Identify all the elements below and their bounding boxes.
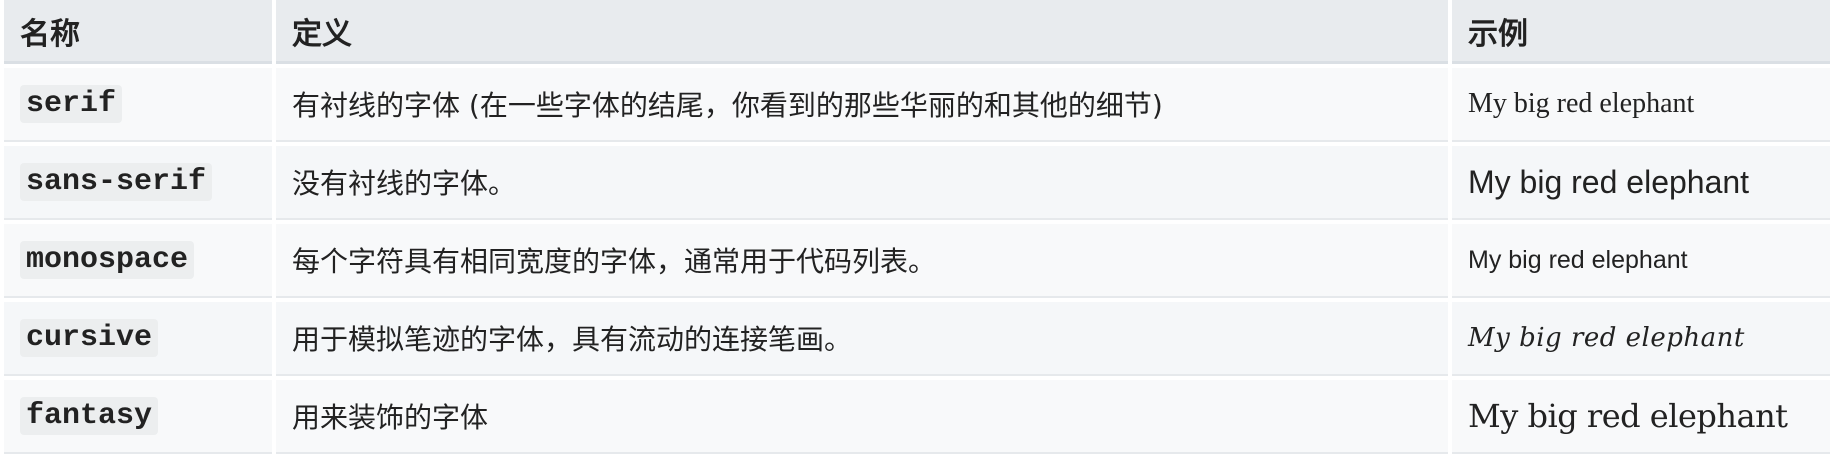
- definition-cell: 有衬线的字体 (在一些字体的结尾，你看到的那些华丽的和其他的细节): [276, 68, 1448, 142]
- font-name-code: sans-serif: [20, 163, 213, 201]
- font-family-table: 名称 定义 示例 serif 有衬线的字体 (在一些字体的结尾，你看到的那些华丽…: [4, 0, 1834, 458]
- definition-cell: 用来装饰的字体: [276, 380, 1448, 454]
- name-cell: sans-serif: [4, 146, 272, 220]
- header-name: 名称: [4, 0, 272, 64]
- definition-cell: 没有衬线的字体。: [276, 146, 1448, 220]
- table-header-row: 名称 定义 示例: [4, 0, 1834, 64]
- font-name-code: serif: [20, 85, 123, 123]
- table-row: serif 有衬线的字体 (在一些字体的结尾，你看到的那些华丽的和其他的细节) …: [4, 68, 1834, 142]
- example-cell: My big red elephant: [1452, 146, 1830, 220]
- font-name-code: cursive: [20, 319, 159, 357]
- table-row: sans-serif 没有衬线的字体。 My big red elephant: [4, 146, 1834, 220]
- example-cell: My big red elephant: [1452, 224, 1830, 298]
- definition-cell: 用于模拟笔迹的字体，具有流动的连接笔画。: [276, 302, 1448, 376]
- font-name-code: monospace: [20, 241, 195, 279]
- definition-cell: 每个字符具有相同宽度的字体，通常用于代码列表。: [276, 224, 1448, 298]
- header-example: 示例: [1452, 0, 1830, 64]
- name-cell: fantasy: [4, 380, 272, 454]
- name-cell: monospace: [4, 224, 272, 298]
- example-cell: My big red elephant: [1452, 68, 1830, 142]
- table-row: cursive 用于模拟笔迹的字体，具有流动的连接笔画。 My big red …: [4, 302, 1834, 376]
- font-name-code: fantasy: [20, 397, 159, 435]
- example-cell: My big red elephant: [1452, 302, 1830, 376]
- name-cell: serif: [4, 68, 272, 142]
- header-definition: 定义: [276, 0, 1448, 64]
- example-cell: My big red elephant: [1452, 380, 1830, 454]
- table-row: monospace 每个字符具有相同宽度的字体，通常用于代码列表。 My big…: [4, 224, 1834, 298]
- table-row: fantasy 用来装饰的字体 My big red elephant: [4, 380, 1834, 454]
- name-cell: cursive: [4, 302, 272, 376]
